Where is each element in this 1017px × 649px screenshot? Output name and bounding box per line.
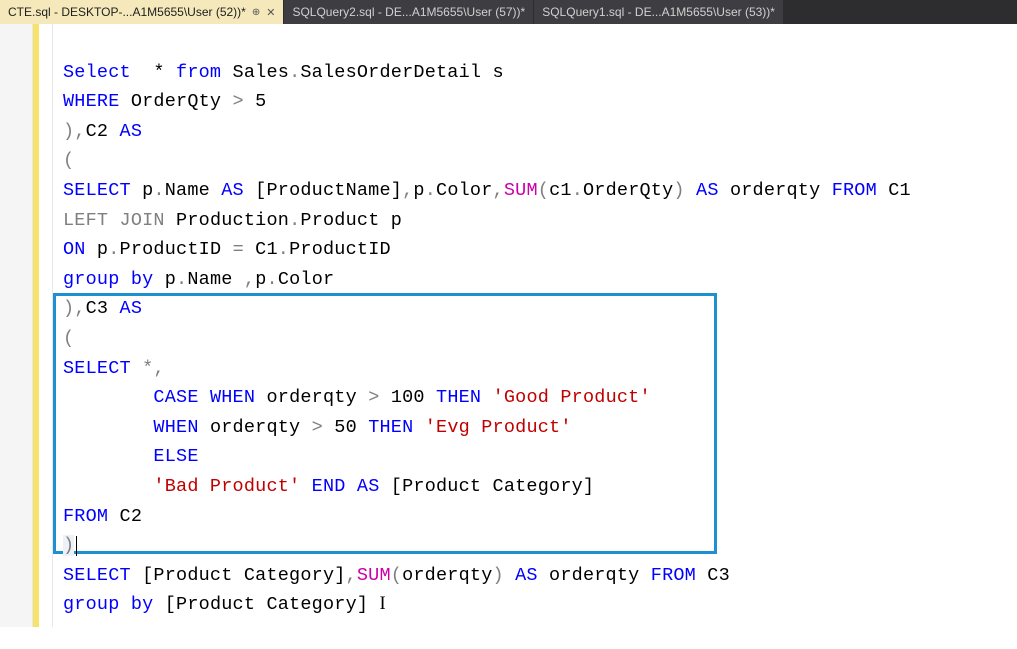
pin-icon[interactable]: ⊕ [252, 7, 260, 18]
tab-sqlquery1[interactable]: SQLQuery1.sql - DE...A1M5655\User (53))* [534, 0, 784, 24]
text-cursor [76, 536, 77, 556]
code-line: SELECT *, [63, 358, 165, 379]
code-line: ( [63, 150, 74, 171]
tab-label: SQLQuery1.sql - DE...A1M5655\User (53))* [542, 5, 775, 19]
editor[interactable]: Select * from Sales.SalesOrderDetail s W… [0, 24, 1017, 627]
code-line: WHEN orderqty > 50 THEN 'Evg Product' [63, 417, 572, 438]
tab-cte-sql[interactable]: CTE.sql - DESKTOP-...A1M5655\User (52))*… [0, 0, 284, 24]
gutter [0, 24, 33, 627]
code-line: ),C2 AS [63, 121, 142, 142]
code-line: CASE WHEN orderqty > 100 THEN 'Good Prod… [63, 387, 651, 408]
code-line: ) [63, 535, 77, 556]
code-line: ELSE [63, 446, 199, 467]
code-line: SELECT [Product Category],SUM(orderqty) … [63, 565, 730, 586]
outline-margin [39, 24, 53, 627]
code-line: LEFT JOIN Production.Product p [63, 210, 402, 231]
code-line: group by p.Name ,p.Color [63, 269, 334, 290]
code-line: FROM C2 [63, 506, 142, 527]
tab-sqlquery2[interactable]: SQLQuery2.sql - DE...A1M5655\User (57))* [284, 0, 534, 24]
close-icon[interactable]: ✕ [266, 6, 275, 19]
tab-label: CTE.sql - DESKTOP-...A1M5655\User (52))* [8, 5, 246, 19]
code-line: Select * from Sales.SalesOrderDetail s [63, 62, 504, 83]
code-line: ),C3 AS [63, 298, 142, 319]
code-line: ( [63, 328, 74, 349]
code-line: SELECT p.Name AS [ProductName],p.Color,S… [63, 180, 911, 201]
code-area[interactable]: Select * from Sales.SalesOrderDetail s W… [53, 24, 917, 627]
tab-label: SQLQuery2.sql - DE...A1M5655\User (57))* [292, 5, 525, 19]
code-line: WHERE OrderQty > 5 [63, 91, 266, 112]
code-line: 'Bad Product' END AS [Product Category] [63, 476, 594, 497]
code-line: ON p.ProductID = C1.ProductID [63, 239, 391, 260]
code-line: group by [Product Category] I [63, 594, 386, 615]
tab-bar: CTE.sql - DESKTOP-...A1M5655\User (52))*… [0, 0, 1017, 24]
